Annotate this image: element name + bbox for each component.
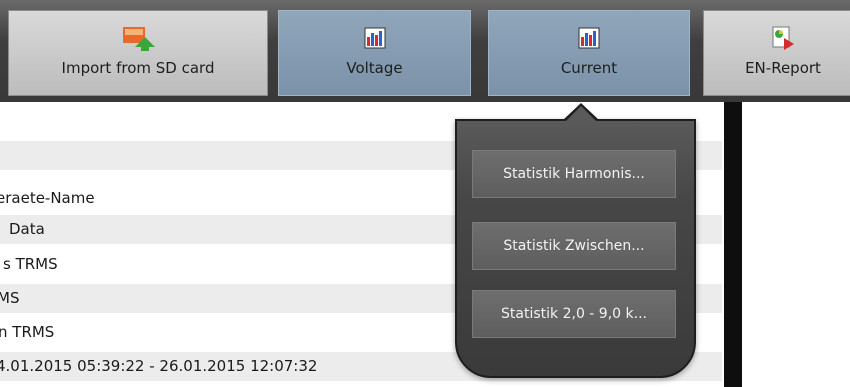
import-sd-card-icon	[121, 25, 155, 51]
report-pdf-icon	[770, 25, 796, 51]
right-pane	[742, 102, 850, 387]
current-button[interactable]: Current	[488, 10, 690, 96]
en-report-button-label: EN-Report	[745, 59, 821, 77]
current-button-label: Current	[560, 59, 618, 77]
toolbar: Import from SD card Voltage Current EN-R…	[0, 0, 850, 102]
menu-item-statistik-2-9-k[interactable]: Statistik 2,0 - 9,0 k...	[472, 290, 676, 338]
splitter-bar[interactable]	[724, 102, 742, 387]
bar-chart-icon	[578, 25, 600, 51]
import-from-sd-card-button[interactable]: Import from SD card	[8, 10, 268, 96]
menu-item-statistik-harmonis[interactable]: Statistik Harmonis...	[472, 150, 676, 198]
voltage-button-label: Voltage	[346, 59, 403, 77]
menu-item-statistik-zwischen[interactable]: Statistik Zwischen...	[472, 222, 676, 270]
popup-pointer-inner	[566, 106, 596, 121]
en-report-button[interactable]: EN-Report	[703, 10, 850, 96]
bar-chart-icon	[364, 25, 386, 51]
import-button-label: Import from SD card	[61, 59, 215, 77]
voltage-button[interactable]: Voltage	[278, 10, 471, 96]
